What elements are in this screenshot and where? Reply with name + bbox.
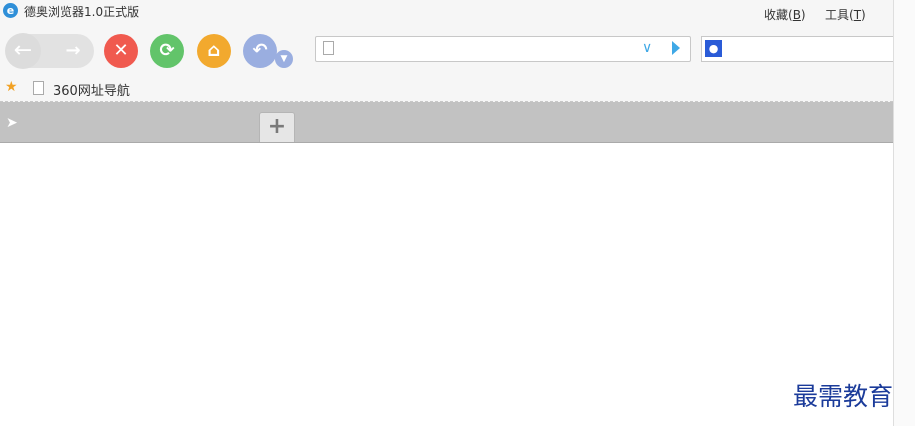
browser-logo-icon: e [3,3,18,18]
window-title: 德奥浏览器1.0正式版 [24,5,140,19]
watermark: 最需教育 [793,382,894,411]
menu-favorites[interactable]: 收藏(B) [764,6,806,23]
address-input[interactable] [342,39,646,61]
refresh-button[interactable]: ⟳ [150,34,184,68]
undo-dropdown-button[interactable]: ▼ [275,50,293,68]
favorite-item-label: 360网址导航 [53,84,130,99]
home-button[interactable]: ⌂ [197,34,231,68]
tab-bar: ➤ + [0,102,893,143]
undo-button[interactable]: ↶ [243,34,277,68]
add-favorite-star-icon[interactable]: ★ [5,79,18,95]
search-input[interactable] [728,39,892,61]
plus-icon: + [267,114,287,139]
vertical-scrollbar[interactable] [893,0,915,426]
forward-button[interactable]: → [58,34,88,68]
baidu-paw-icon[interactable]: ● [705,40,722,57]
forward-arrow-icon: → [65,40,81,61]
title-bar: e 德奥浏览器1.0正式版 收藏(B) 工具(T) [0,0,893,28]
stop-button[interactable]: ✕ [104,34,138,68]
favorites-bar: ★ 360网址导航 [0,76,893,102]
page-icon [33,81,44,95]
page-content-area [0,143,893,426]
menu-tools[interactable]: 工具(T) [825,6,866,23]
navigation-toolbar: ← → ✕ ⟳ ⌂ ↶ ▼ ∨ ● [0,28,893,76]
home-icon: ⌂ [207,40,221,61]
page-icon [323,41,334,55]
new-tab-button[interactable]: + [259,112,295,142]
undo-icon: ↶ [252,40,268,61]
back-button[interactable]: ← [5,33,41,69]
address-bar: ∨ [315,36,691,62]
refresh-icon: ⟳ [159,40,175,61]
sidebar-toggle-icon[interactable]: ➤ [6,115,18,131]
address-dropdown-icon[interactable]: ∨ [642,40,652,56]
chevron-down-icon: ▼ [280,54,288,64]
back-arrow-icon: ← [13,38,33,63]
close-icon: ✕ [113,40,129,61]
search-bar: ● [701,36,893,62]
go-arrow-icon[interactable] [672,41,680,55]
